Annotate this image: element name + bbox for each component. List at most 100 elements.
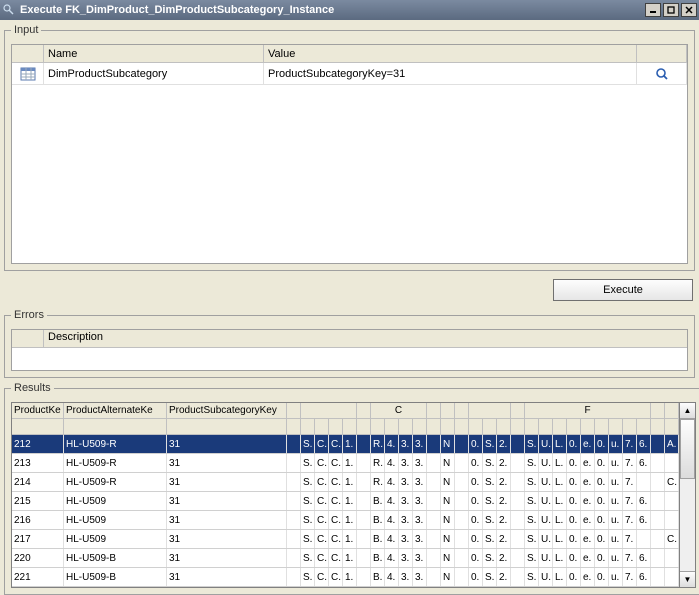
results-group-header[interactable] xyxy=(665,403,679,419)
table-cell xyxy=(651,549,665,567)
results-column-header[interactable] xyxy=(357,403,371,419)
table-cell: N xyxy=(441,435,455,453)
results-column-header[interactable] xyxy=(651,419,665,435)
scroll-thumb[interactable] xyxy=(680,419,695,479)
table-row[interactable]: 220HL-U509-B31S.C.C.1.B.4.3.3.N0.S.2.S.U… xyxy=(12,549,679,568)
results-column-header[interactable] xyxy=(511,403,525,419)
results-column-header[interactable] xyxy=(665,419,679,435)
results-group-header[interactable] xyxy=(469,403,511,419)
execute-bar: Execute xyxy=(4,275,695,305)
table-cell: HL-U509-R xyxy=(64,473,167,491)
results-column-header[interactable] xyxy=(483,419,497,435)
results-column-header[interactable] xyxy=(343,419,357,435)
table-cell xyxy=(651,435,665,453)
table-cell xyxy=(511,473,525,491)
results-column-header[interactable] xyxy=(315,419,329,435)
table-cell: 1. xyxy=(343,530,357,548)
table-cell xyxy=(427,454,441,472)
results-group-header[interactable]: C xyxy=(371,403,427,419)
minimize-button[interactable] xyxy=(645,3,661,17)
results-column-header[interactable] xyxy=(301,419,315,435)
table-cell: 1. xyxy=(343,549,357,567)
results-column-header[interactable] xyxy=(609,419,623,435)
table-cell: u. xyxy=(609,530,623,548)
results-column-header[interactable] xyxy=(525,419,539,435)
results-column-header[interactable] xyxy=(637,419,651,435)
close-button[interactable] xyxy=(681,3,697,17)
execute-button[interactable]: Execute xyxy=(553,279,693,301)
results-column-header[interactable] xyxy=(167,419,287,435)
input-value-cell[interactable]: ProductSubcategoryKey=31 xyxy=(264,63,637,84)
results-column-header[interactable] xyxy=(581,419,595,435)
results-column-header[interactable] xyxy=(329,419,343,435)
table-cell: C. xyxy=(665,473,679,491)
results-column-header[interactable] xyxy=(511,419,525,435)
row-icon-cell xyxy=(12,63,44,84)
results-column-header[interactable] xyxy=(595,419,609,435)
results-column-header[interactable]: ProductKe xyxy=(12,403,64,419)
results-column-header[interactable] xyxy=(427,419,441,435)
table-cell: 3. xyxy=(399,549,413,567)
results-group-header[interactable]: F xyxy=(525,403,651,419)
results-column-header[interactable] xyxy=(455,419,469,435)
results-column-header[interactable] xyxy=(399,419,413,435)
lookup-button[interactable] xyxy=(637,63,687,84)
table-cell: HL-U509-B xyxy=(64,568,167,586)
input-header-value[interactable]: Value xyxy=(264,45,637,62)
table-row[interactable]: 213HL-U509-R31S.C.C.1.R.4.3.3.N0.S.2.S.U… xyxy=(12,454,679,473)
results-column-header[interactable] xyxy=(385,419,399,435)
results-group-header[interactable] xyxy=(301,403,357,419)
results-column-header[interactable] xyxy=(553,419,567,435)
results-column-header[interactable] xyxy=(567,419,581,435)
table-cell: 4. xyxy=(385,454,399,472)
results-column-header[interactable] xyxy=(371,419,385,435)
results-column-header[interactable] xyxy=(357,419,371,435)
table-cell: 2. xyxy=(497,492,511,510)
table-row[interactable]: 215HL-U50931S.C.C.1.B.4.3.3.N0.S.2.S.U.L… xyxy=(12,492,679,511)
results-vertical-scrollbar[interactable]: ▲ ▼ xyxy=(680,402,696,588)
maximize-button[interactable] xyxy=(663,3,679,17)
input-row[interactable]: DimProductSubcategory ProductSubcategory… xyxy=(12,63,687,85)
table-cell: C. xyxy=(329,435,343,453)
scroll-down-icon[interactable]: ▼ xyxy=(680,571,695,587)
input-name-cell[interactable]: DimProductSubcategory xyxy=(44,63,264,84)
scroll-up-icon[interactable]: ▲ xyxy=(680,403,695,419)
results-group-header[interactable] xyxy=(441,403,455,419)
table-cell: S. xyxy=(483,473,497,491)
results-column-header[interactable] xyxy=(427,403,441,419)
results-column-header[interactable] xyxy=(64,419,167,435)
table-cell: S. xyxy=(483,454,497,472)
results-column-header[interactable] xyxy=(469,419,483,435)
results-column-header[interactable] xyxy=(441,419,455,435)
results-column-header[interactable] xyxy=(539,419,553,435)
results-column-header[interactable] xyxy=(287,403,301,419)
results-column-header[interactable] xyxy=(651,403,665,419)
table-cell: L. xyxy=(553,473,567,491)
results-column-header[interactable] xyxy=(623,419,637,435)
results-column-header[interactable] xyxy=(287,419,301,435)
table-row[interactable]: 216HL-U50931S.C.C.1.B.4.3.3.N0.S.2.S.U.L… xyxy=(12,511,679,530)
errors-header-description[interactable]: Description xyxy=(44,330,687,347)
scroll-track[interactable] xyxy=(680,419,695,571)
results-column-header[interactable] xyxy=(413,419,427,435)
results-column-header[interactable] xyxy=(12,419,64,435)
table-cell: R. xyxy=(371,435,385,453)
results-column-header[interactable]: ProductAlternateKe xyxy=(64,403,167,419)
table-cell: 31 xyxy=(167,568,287,586)
table-cell: N xyxy=(441,568,455,586)
table-cell: 3. xyxy=(399,530,413,548)
table-cell: S. xyxy=(301,530,315,548)
results-column-header[interactable] xyxy=(455,403,469,419)
input-header-name[interactable]: Name xyxy=(44,45,264,62)
table-cell xyxy=(665,568,679,586)
table-cell xyxy=(357,549,371,567)
table-row[interactable]: 212HL-U509-R31S.C.C.1.R.4.3.3.N0.S.2.S.U… xyxy=(12,435,679,454)
table-cell: S. xyxy=(483,492,497,510)
results-column-header[interactable]: ProductSubcategoryKey xyxy=(167,403,287,419)
table-row[interactable]: 221HL-U509-B31S.C.C.1.B.4.3.3.N0.S.2.S.U… xyxy=(12,568,679,587)
table-row[interactable]: 217HL-U50931S.C.C.1.B.4.3.3.N0.S.2.S.U.L… xyxy=(12,530,679,549)
results-grid: ProductKeProductAlternateKeProductSubcat… xyxy=(11,402,680,588)
results-column-header[interactable] xyxy=(497,419,511,435)
table-row[interactable]: 214HL-U509-R31S.C.C.1.R.4.3.3.N0.S.2.S.U… xyxy=(12,473,679,492)
table-cell: S. xyxy=(525,511,539,529)
